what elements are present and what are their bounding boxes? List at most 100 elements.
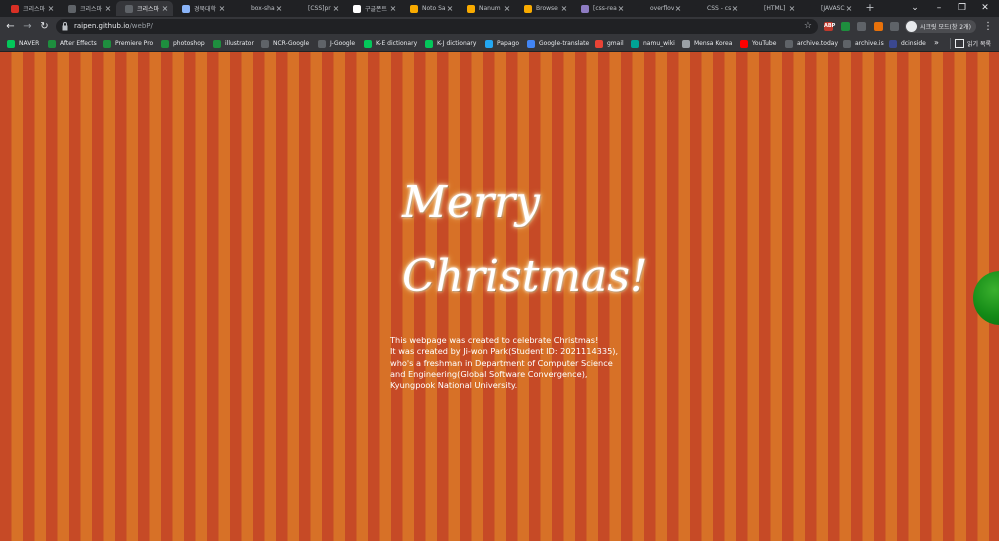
bookmark-item[interactable]: archive.is xyxy=(843,38,884,49)
browser-tab[interactable]: box-sha × xyxy=(230,1,287,16)
t-icon xyxy=(695,4,703,13)
menu-icon[interactable]: ⋮ xyxy=(983,20,993,33)
github-icon xyxy=(638,4,646,13)
tab-close-icon[interactable]: × xyxy=(560,4,568,13)
browser-tab[interactable]: [CSS]pr × xyxy=(287,1,344,16)
browser-tab[interactable]: [HTML] × xyxy=(743,1,800,16)
tab-close-icon[interactable]: × xyxy=(845,4,853,13)
browser-tab[interactable]: 경북대학 × xyxy=(173,1,230,16)
dc-icon xyxy=(889,39,897,48)
tab-label: 크리스마 xyxy=(23,6,46,13)
globe-icon xyxy=(785,39,793,48)
bookmark-item[interactable]: K-E dictionary xyxy=(364,38,417,49)
youtube-icon xyxy=(740,39,748,48)
new-tab-button[interactable]: + xyxy=(864,2,876,14)
tab-close-icon[interactable]: × xyxy=(446,4,454,13)
browser-tab[interactable]: 크리스마 × xyxy=(116,1,173,16)
forward-button[interactable]: → xyxy=(21,20,34,33)
browser-tab[interactable]: [css-real × xyxy=(572,1,629,16)
tab-close-icon[interactable]: × xyxy=(731,4,739,13)
bookmark-item[interactable]: NCR-Google xyxy=(261,38,309,49)
sheet-icon[interactable] xyxy=(841,22,850,31)
tab-label: [HTML] xyxy=(764,5,786,12)
globe-icon xyxy=(68,4,76,13)
address-bar[interactable]: raipen.github.io/webP/ ☆ xyxy=(56,19,818,34)
bookmark-item[interactable]: Premiere Pro xyxy=(103,38,153,49)
gmail-icon xyxy=(595,39,603,48)
bookmark-item[interactable]: namu_wiki xyxy=(631,38,675,49)
browser-tab[interactable]: 크리스마 × xyxy=(2,1,59,16)
browser-tab[interactable]: 구글폰트 × xyxy=(344,1,401,16)
browser-tab[interactable]: 크리스마 × xyxy=(59,1,116,16)
sync-icon[interactable] xyxy=(857,22,866,31)
reload-button[interactable]: ↻ xyxy=(38,20,51,33)
tab-close-icon[interactable]: × xyxy=(218,4,226,13)
bookmark-item[interactable]: J-Google xyxy=(318,38,355,49)
browser-tab[interactable]: [JAVASC × xyxy=(800,1,857,16)
tab-close-icon[interactable]: × xyxy=(332,4,340,13)
close-window-button[interactable]: ✕ xyxy=(975,1,995,15)
bookmark-item[interactable]: After Effects xyxy=(48,38,97,49)
tab-label: [css-real xyxy=(593,5,617,12)
green-ornament xyxy=(973,271,999,325)
bookmark-label: YouTube xyxy=(752,40,777,47)
bookmark-item[interactable]: Papago xyxy=(485,38,519,49)
tab-close-icon[interactable]: × xyxy=(389,4,397,13)
bookmark-item[interactable]: illustrator xyxy=(213,38,254,49)
back-button[interactable]: ← xyxy=(4,20,17,33)
bookmark-label: NAVER xyxy=(19,40,40,47)
reading-list-icon xyxy=(955,39,964,48)
bookmark-item[interactable]: Mensa Korea xyxy=(682,38,732,49)
browser-tab[interactable]: Nanum × xyxy=(458,1,515,16)
description-line: and Engineering(Global Software Converge… xyxy=(390,368,588,379)
bookmark-item[interactable]: YouTube xyxy=(740,38,776,49)
google-icon xyxy=(353,4,361,13)
tab-close-icon[interactable]: × xyxy=(788,4,796,13)
abp-icon[interactable]: ABP xyxy=(824,22,835,31)
restore-button[interactable]: ❐ xyxy=(952,1,972,15)
tab-close-icon[interactable]: × xyxy=(104,4,112,13)
github-icon xyxy=(239,4,247,13)
bookmark-item[interactable]: archive.today xyxy=(785,38,838,49)
bookmark-item[interactable]: K-J dictionary xyxy=(425,38,476,49)
reading-list-button[interactable]: 읽기 목록 xyxy=(950,38,991,49)
ext-orange-icon[interactable] xyxy=(874,22,883,31)
browser-tab[interactable]: overflov × xyxy=(629,1,686,16)
t-icon xyxy=(752,4,760,13)
tab-label: overflov xyxy=(650,5,674,12)
tab-close-icon[interactable]: × xyxy=(161,4,169,13)
tab-label: Browse xyxy=(536,5,558,12)
bookmark-label: photoshop xyxy=(173,40,205,47)
tab-close-icon[interactable]: × xyxy=(503,4,511,13)
tab-label: Noto Sa xyxy=(422,5,446,12)
bookmark-label: Papago xyxy=(497,40,519,47)
tab-label: 경북대학 xyxy=(194,6,217,13)
bookmark-item[interactable]: NAVER xyxy=(7,38,39,49)
tab-label: box-sha xyxy=(251,5,275,12)
bookmark-item[interactable]: gmail xyxy=(595,38,624,49)
bookmarks-more-button[interactable]: » xyxy=(934,38,939,47)
tab-close-icon[interactable]: × xyxy=(275,4,283,13)
minimize-button[interactable]: – xyxy=(929,1,949,15)
bookmarks-bar: NAVER After Effects Premiere Pro photoshop i… xyxy=(0,36,999,52)
tab-close-icon[interactable]: × xyxy=(674,4,682,13)
browser-tab[interactable]: CSS - cs × xyxy=(686,1,743,16)
browser-tab[interactable]: Browse × xyxy=(515,1,572,16)
tab-search-icon[interactable]: ⌄ xyxy=(905,1,925,15)
bookmark-item[interactable]: photoshop xyxy=(161,38,205,49)
chat-icon xyxy=(581,4,589,13)
bookmark-item[interactable]: dcinside xyxy=(889,38,926,49)
url-host: raipen.github.io xyxy=(74,22,130,30)
tab-close-icon[interactable]: × xyxy=(617,4,625,13)
lock-icon xyxy=(62,22,68,31)
bookmark-star-icon[interactable]: ☆ xyxy=(804,21,812,31)
browser-tab[interactable]: Noto Sa × xyxy=(401,1,458,16)
bookmark-item[interactable]: Google-translate xyxy=(527,38,589,49)
puzzle-icon[interactable] xyxy=(890,22,899,31)
bookmark-label: dcinside xyxy=(901,40,926,47)
tab-label: CSS - cs xyxy=(707,5,731,12)
incognito-profile-button[interactable]: 시크릿 모드(창 2개) xyxy=(905,20,976,33)
bookmark-label: archive.today xyxy=(797,40,838,47)
bookmark-label: K-J dictionary xyxy=(437,40,477,47)
tab-close-icon[interactable]: × xyxy=(47,4,55,13)
